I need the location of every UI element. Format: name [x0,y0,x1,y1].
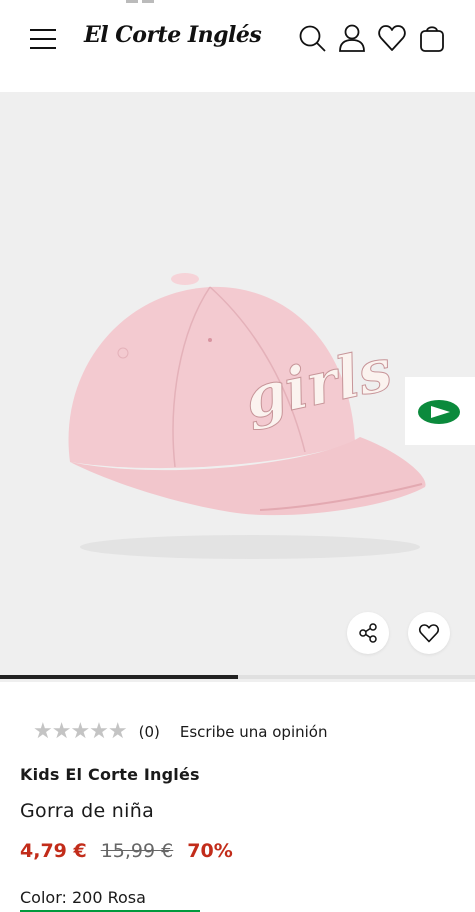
logo[interactable]: El Corte Inglés [84,22,262,48]
gallery-progress-bar [0,675,475,679]
share-icon [359,623,377,643]
menu-icon [30,29,56,49]
wishlist-button[interactable] [377,23,407,53]
color-selector-label[interactable]: Color: 200 Rosa [20,888,146,907]
price-row: 4,79 € 15,99 € 70% [20,840,233,862]
status-bar-fragment [126,0,158,4]
current-price: 4,79 € [20,840,87,862]
discount-badge: 70% [187,840,233,862]
product-image: girls [68,273,426,559]
search-button[interactable] [297,23,327,53]
account-button[interactable] [337,23,367,53]
cart-button[interactable] [417,23,447,53]
bag-icon [420,26,444,52]
arrow-right-icon [418,400,460,424]
carousel-next-button[interactable] [405,377,475,445]
search-icon [299,25,326,52]
header: El Corte Inglés [0,0,475,92]
product-title: Gorra de niña [20,800,155,822]
rating-count: (0) [138,723,160,741]
original-price: 15,99 € [100,840,174,862]
rating-row: ★★★★★ (0) Escribe una opinión [33,720,327,744]
user-icon [339,24,365,52]
menu-button[interactable] [28,26,58,52]
share-button[interactable] [347,612,389,654]
heart-icon [419,624,439,643]
product-brand[interactable]: Kids El Corte Inglés [20,765,200,784]
rating-stars: ★★★★★ [33,719,128,744]
heart-icon [378,25,406,51]
favorite-button[interactable] [408,612,450,654]
product-image-gallery[interactable]: girls [0,92,475,682]
gallery-progress-fill [0,675,238,679]
write-review-link[interactable]: Escribe una opinión [180,723,328,741]
